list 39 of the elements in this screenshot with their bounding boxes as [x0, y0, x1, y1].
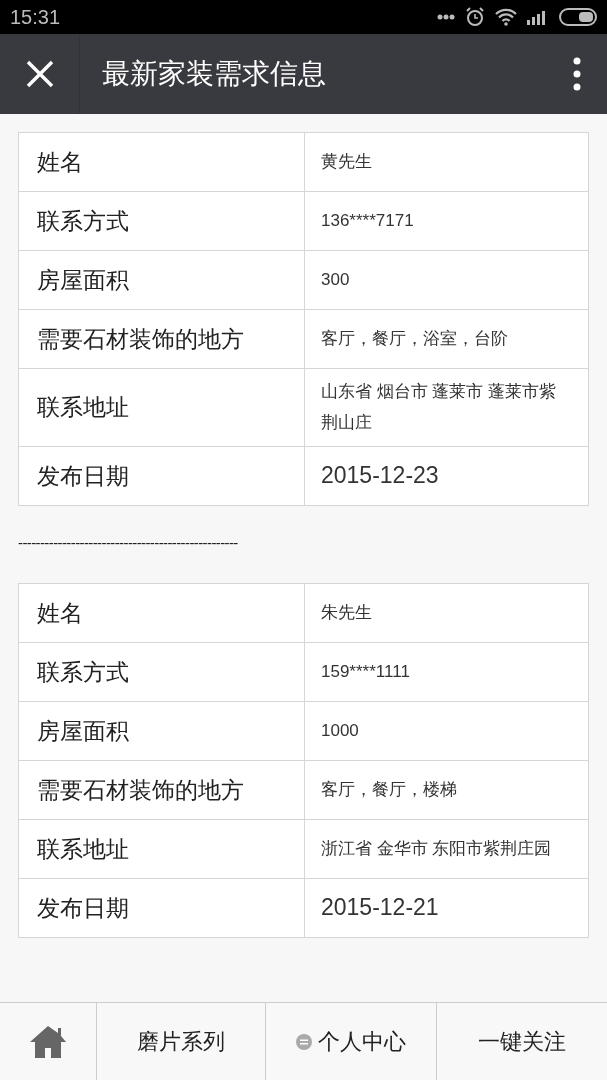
field-value: 2015-12-21 — [320, 893, 440, 923]
field-value: 159****1111 — [320, 660, 411, 683]
field-value: 1000 — [320, 719, 360, 742]
field-label: 联系方式 — [19, 643, 305, 702]
field-value: 客厅，餐厅，楼梯 — [320, 778, 458, 801]
field-label: 发布日期 — [19, 879, 305, 938]
field-value: 黄先生 — [320, 150, 373, 173]
nav-menu-button[interactable]: 个人中心 — [265, 1003, 436, 1080]
battery-icon — [559, 8, 597, 26]
field-label: 联系地址 — [19, 369, 305, 447]
field-value: 2015-12-23 — [320, 461, 440, 491]
nav-label: 个人中心 — [318, 1027, 406, 1056]
field-label: 需要石材装饰的地方 — [19, 761, 305, 820]
wifi-icon — [495, 8, 517, 26]
nav-button[interactable]: 一键关注 — [436, 1003, 607, 1080]
field-label: 发布日期 — [19, 447, 305, 506]
field-value: 136****7171 — [320, 209, 415, 232]
field-value: 山东省 烟台市 蓬莱市 蓬莱市紫荆山庄 — [320, 381, 558, 434]
status-time: 15:31 — [10, 5, 61, 29]
field-value: 浙江省 金华市 东阳市紫荆庄园 — [320, 837, 553, 860]
nav-button[interactable]: 磨片系列 — [96, 1003, 265, 1080]
field-label: 姓名 — [19, 133, 305, 191]
page-title: 最新家装需求信息 — [101, 56, 327, 92]
close-icon — [25, 60, 54, 88]
field-label: 联系方式 — [19, 192, 305, 250]
more-icon — [573, 57, 581, 91]
field-label: 房屋面积 — [19, 702, 305, 761]
more-dots-icon — [437, 14, 455, 20]
home-icon — [28, 1023, 68, 1060]
alarm-icon — [465, 7, 485, 27]
field-label: 联系地址 — [19, 820, 305, 879]
field-value: 300 — [320, 268, 351, 291]
field-value: 客厅，餐厅，浴室，台阶 — [320, 327, 509, 350]
separator-text: -------------------------------------------------- — [18, 534, 239, 552]
field-label: 需要石材装饰的地方 — [19, 310, 305, 368]
menu-icon — [296, 1033, 312, 1050]
field-label: 姓名 — [19, 584, 305, 643]
field-value: 朱先生 — [320, 601, 373, 624]
field-label: 房屋面积 — [19, 251, 305, 309]
